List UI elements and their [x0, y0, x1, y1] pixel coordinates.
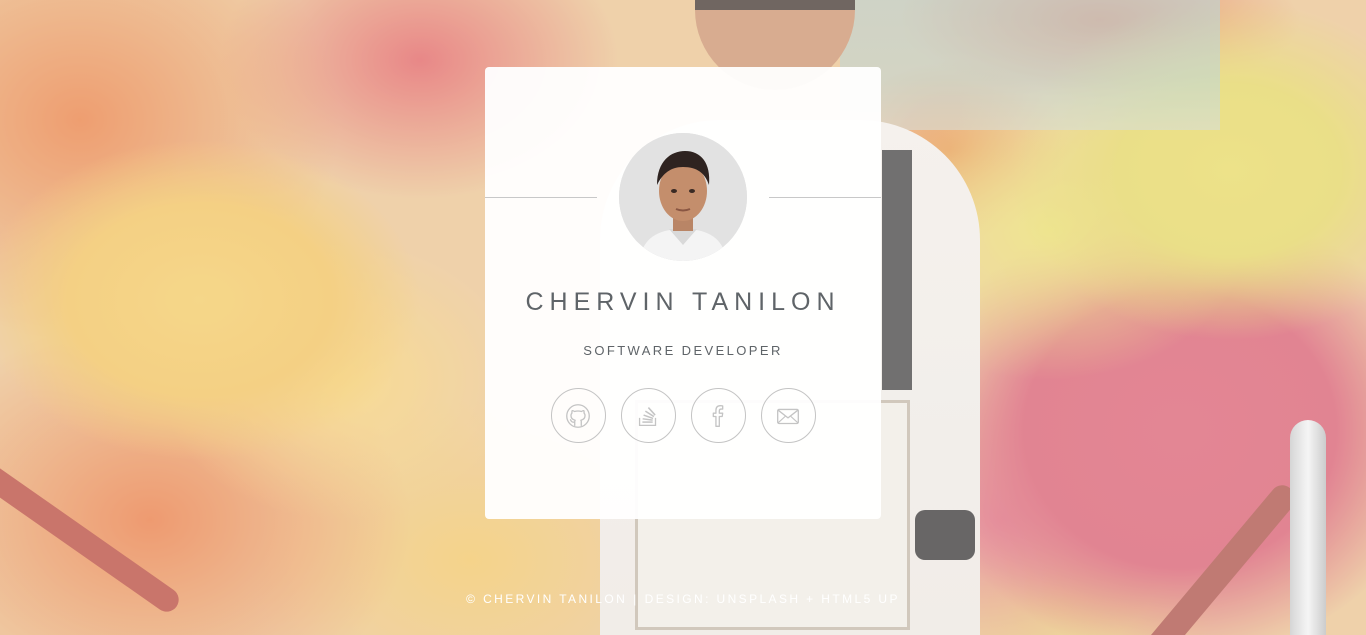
facebook-link[interactable]	[690, 388, 746, 443]
profile-card: CHERVIN TANILON SOFTWARE DEVELOPER	[485, 67, 881, 519]
github-link[interactable]	[550, 388, 606, 443]
footer-copyright: © CHERVIN TANILON	[466, 592, 628, 606]
footer: © CHERVIN TANILON | DESIGN: UNSPLASH + HTM…	[0, 592, 1366, 606]
divider-right	[769, 197, 881, 198]
profile-title: SOFTWARE DEVELOPER	[583, 343, 783, 358]
stackoverflow-icon	[638, 406, 657, 426]
avatar-portrait	[619, 133, 747, 261]
email-link[interactable]	[760, 388, 816, 443]
social-links	[485, 388, 881, 443]
divider-left	[485, 197, 597, 198]
stackoverflow-link[interactable]	[620, 388, 676, 443]
avatar	[619, 133, 747, 261]
mail-icon	[777, 408, 799, 424]
profile-name: CHERVIN TANILON	[525, 288, 841, 316]
footer-separator: |	[633, 592, 639, 606]
github-icon	[566, 403, 590, 428]
footer-credit-link[interactable]: DESIGN: UNSPLASH + HTML5 UP	[645, 592, 900, 606]
facebook-icon	[712, 404, 724, 427]
